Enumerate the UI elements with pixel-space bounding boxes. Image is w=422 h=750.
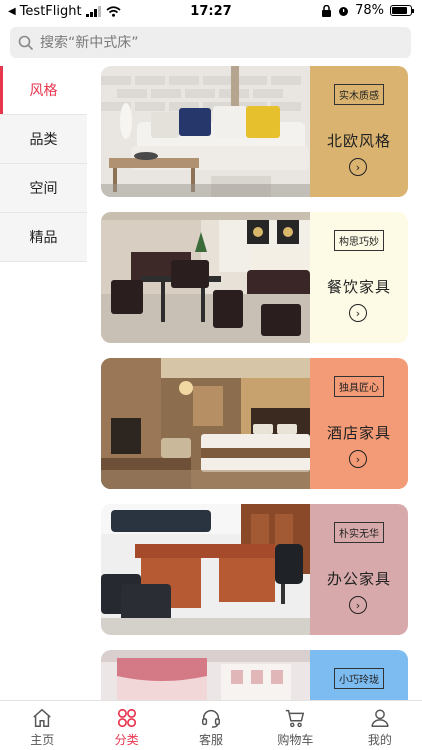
bedroom-image <box>101 650 310 700</box>
card-title: 餐饮家具 <box>326 278 391 296</box>
home-icon <box>33 708 51 727</box>
sidebar-item-premium[interactable]: 精品 <box>0 213 87 262</box>
sidebar-item-label: 品类 <box>29 132 58 148</box>
dining-room-image <box>101 212 310 343</box>
card-title: 酒店家具 <box>326 424 391 442</box>
tab-cart[interactable]: 购物车 <box>253 701 337 750</box>
tab-category[interactable]: 分类 <box>84 701 168 750</box>
card-tag: 构思巧妙 <box>334 230 384 251</box>
tab-home[interactable]: 主页 <box>0 701 84 750</box>
search-icon <box>18 35 34 50</box>
card-hotel-furniture[interactable]: 独具匠心 酒店家具 › <box>101 358 408 489</box>
card-office-furniture[interactable]: 朴实无华 办公家具 › <box>101 504 408 635</box>
card-nordic-style[interactable]: 实木质感 北欧风格 › <box>101 66 408 197</box>
arrow-right-icon[interactable]: › <box>349 158 367 176</box>
tab-profile[interactable]: 我的 <box>338 701 422 750</box>
tab-label: 客服 <box>199 733 224 747</box>
cart-icon <box>286 709 305 728</box>
tab-label: 分类 <box>114 733 139 747</box>
sidebar-item-label: 精品 <box>29 230 58 246</box>
bottom-tab-bar: 主页 分类 客服 购物车 我的 <box>0 700 422 750</box>
card-tag: 实木质感 <box>334 84 384 105</box>
card-panel: 构思巧妙 餐饮家具 › <box>310 212 408 343</box>
search-input[interactable] <box>40 34 380 51</box>
user-icon <box>371 709 389 727</box>
card-panel: 小巧玲珑 <box>310 650 408 700</box>
card-tag: 独具匠心 <box>334 376 384 397</box>
sidebar-item-style[interactable]: 风格 <box>0 66 87 115</box>
sidebar-item-label: 空间 <box>29 181 58 197</box>
nordic-living-room-image <box>101 66 310 197</box>
category-sidebar: 风格 品类 空间 精品 <box>0 66 87 262</box>
card-panel: 实木质感 北欧风格 › <box>310 66 408 197</box>
sidebar-item-label: 风格 <box>29 83 58 99</box>
battery-icon <box>390 5 414 16</box>
card-tag: 朴实无华 <box>334 522 384 543</box>
search-bar[interactable] <box>10 27 411 58</box>
arrow-right-icon[interactable]: › <box>349 596 367 614</box>
arrow-right-icon[interactable]: › <box>349 304 367 322</box>
sidebar-item-category[interactable]: 品类 <box>0 115 87 164</box>
lock-rotation-icon <box>322 4 332 17</box>
card-compact-furniture[interactable]: 小巧玲珑 <box>101 650 408 700</box>
sidebar-item-space[interactable]: 空间 <box>0 164 87 213</box>
card-list: 实木质感 北欧风格 › 构思巧妙 餐饮家具 › 独具匠心 酒店家具 › 朴实无华… <box>87 58 422 700</box>
status-right: 78% <box>321 3 414 18</box>
tab-customer-service[interactable]: 客服 <box>169 701 253 750</box>
card-tag: 小巧玲珑 <box>334 668 384 689</box>
status-bar: ◀ TestFlight 17:27 78% <box>0 0 422 24</box>
battery-percent: 78% <box>355 3 384 18</box>
card-title: 北欧风格 <box>326 132 391 150</box>
arrow-right-icon[interactable]: › <box>349 450 367 468</box>
card-dining-furniture[interactable]: 构思巧妙 餐饮家具 › <box>101 212 408 343</box>
card-title: 办公家具 <box>326 570 391 588</box>
alarm-icon <box>339 6 349 16</box>
hotel-room-image <box>101 358 310 489</box>
tab-label: 购物车 <box>277 733 314 747</box>
office-image <box>101 504 310 635</box>
tab-label: 我的 <box>367 733 392 747</box>
tab-label: 主页 <box>30 733 55 747</box>
headset-icon <box>202 710 220 728</box>
category-icon <box>117 708 136 728</box>
card-panel: 独具匠心 酒店家具 › <box>310 358 408 489</box>
card-panel: 朴实无华 办公家具 › <box>310 504 408 635</box>
